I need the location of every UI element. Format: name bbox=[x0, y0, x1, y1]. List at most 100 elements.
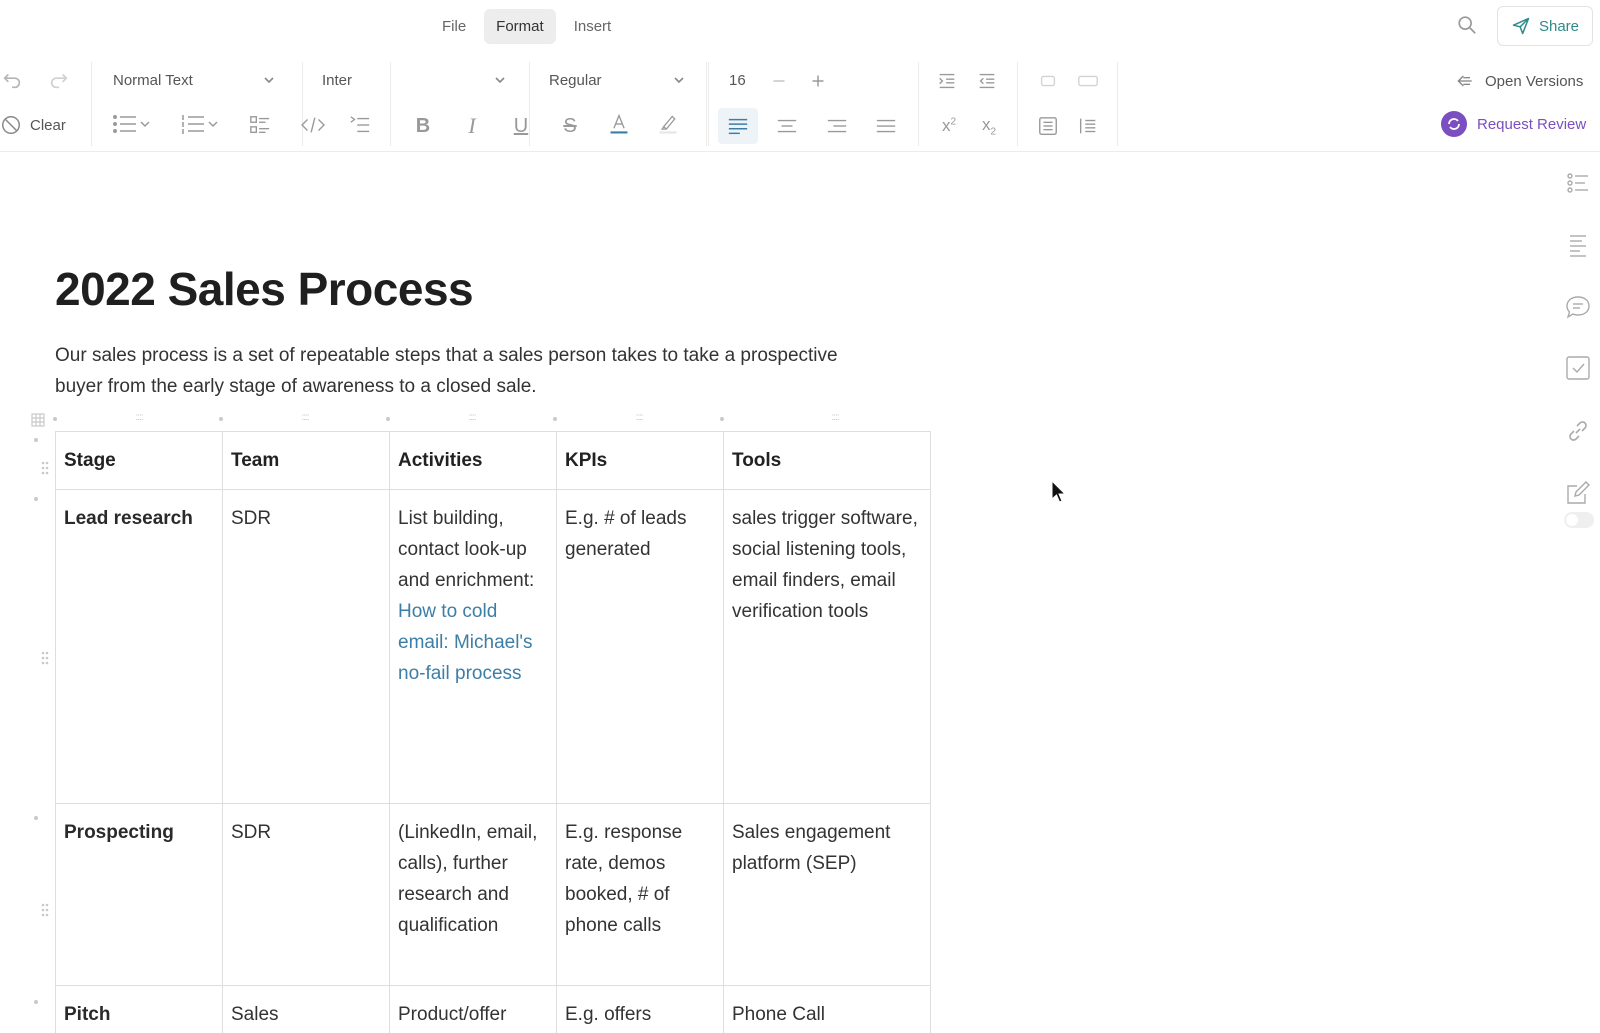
header-kpis[interactable]: KPIs bbox=[556, 431, 724, 490]
justify-icon[interactable] bbox=[874, 114, 898, 138]
cell-kpis[interactable]: E.g. offers bbox=[556, 985, 724, 1033]
clear-label: Clear bbox=[30, 116, 66, 134]
menu-file[interactable]: File bbox=[430, 9, 478, 44]
cell-stage[interactable]: Pitch bbox=[55, 985, 223, 1033]
quote-block-icon[interactable] bbox=[1076, 114, 1100, 138]
sales-process-table: Stage Team Activities KPIs Tools Lead re… bbox=[55, 431, 931, 1033]
numbered-list-icon[interactable] bbox=[178, 112, 222, 136]
font-weight-value: Regular bbox=[549, 71, 602, 89]
cell-tools[interactable]: sales trigger software, social listening… bbox=[723, 489, 931, 804]
checklist-icon[interactable] bbox=[248, 113, 272, 137]
wide-box-icon[interactable] bbox=[1076, 69, 1100, 93]
bold-icon[interactable]: B bbox=[411, 114, 435, 138]
box-icon[interactable] bbox=[1036, 69, 1060, 93]
open-versions-button[interactable]: Open Versions bbox=[1455, 71, 1583, 91]
table-options-icon[interactable] bbox=[31, 413, 45, 427]
align-left-icon[interactable] bbox=[718, 108, 758, 144]
underline-icon[interactable]: U bbox=[509, 114, 533, 138]
table-header-row: Stage Team Activities KPIs Tools bbox=[55, 431, 931, 490]
request-review-button[interactable]: Request Review bbox=[1441, 111, 1586, 137]
menu-insert[interactable]: Insert bbox=[562, 9, 624, 44]
undo-icon[interactable] bbox=[0, 68, 24, 92]
table-row: Lead research SDR List building, contact… bbox=[55, 489, 931, 804]
cell-kpis[interactable]: E.g. response rate, demos booked, # of p… bbox=[556, 803, 724, 986]
cell-team[interactable]: Sales bbox=[222, 985, 390, 1033]
document-intro[interactable]: Our sales process is a set of repeatable… bbox=[55, 340, 885, 402]
search-icon[interactable] bbox=[1456, 14, 1478, 36]
column-handle[interactable]: :::: bbox=[129, 412, 149, 424]
link-icon[interactable] bbox=[1565, 418, 1591, 444]
task-icon[interactable] bbox=[1565, 355, 1591, 381]
cell-activities[interactable]: Product/offer bbox=[389, 985, 557, 1033]
column-handle[interactable]: :::: bbox=[462, 412, 482, 424]
cell-activities[interactable]: List building, contact look-up and enric… bbox=[389, 489, 557, 804]
text-style-value: Normal Text bbox=[113, 71, 193, 89]
cell-tools[interactable]: Phone Call bbox=[723, 985, 931, 1033]
column-handle[interactable]: :::: bbox=[629, 412, 649, 424]
italic-icon[interactable]: I bbox=[460, 113, 484, 138]
clear-icon bbox=[2, 116, 20, 134]
cell-stage[interactable]: Lead research bbox=[55, 489, 223, 804]
align-center-icon[interactable] bbox=[775, 114, 799, 138]
share-label: Share bbox=[1538, 17, 1580, 35]
font-family-value: Inter bbox=[322, 71, 353, 89]
outline-icon[interactable] bbox=[348, 113, 372, 137]
superscript-icon[interactable]: x2 bbox=[937, 114, 961, 138]
row-handle[interactable] bbox=[40, 902, 50, 918]
cell-team[interactable]: SDR bbox=[222, 803, 390, 986]
review-icon bbox=[1441, 111, 1467, 137]
format-toolbar: Normal Text Inter Regular 16 Open Versio… bbox=[0, 52, 1600, 152]
redo-icon[interactable] bbox=[47, 68, 71, 92]
cell-kpis[interactable]: E.g. # of leads generated bbox=[556, 489, 724, 804]
align-icon[interactable] bbox=[1565, 232, 1591, 258]
open-versions-label: Open Versions bbox=[1485, 72, 1584, 90]
clear-format-button[interactable]: Clear bbox=[0, 114, 66, 136]
menu-bar: File Format Insert Share bbox=[0, 0, 1600, 52]
cold-email-link[interactable]: How to cold email: Michael's no-fail pro… bbox=[398, 601, 533, 684]
bullet-list-icon[interactable] bbox=[110, 112, 154, 136]
font-family-dropdown[interactable]: Inter bbox=[322, 65, 507, 95]
align-right-icon[interactable] bbox=[825, 114, 849, 138]
table-row: Prospecting SDR (LinkedIn, email, calls)… bbox=[55, 803, 931, 986]
highlight-icon[interactable] bbox=[656, 112, 680, 136]
activities-text: List building, contact look-up and enric… bbox=[398, 508, 535, 591]
document-title[interactable]: 2022 Sales Process bbox=[55, 262, 474, 316]
text-color-icon[interactable] bbox=[607, 112, 631, 136]
cell-activities[interactable]: (LinkedIn, email, calls), further resear… bbox=[389, 803, 557, 986]
column-handle[interactable]: :::: bbox=[825, 412, 845, 424]
table-row: Pitch Sales Product/offer E.g. offers Ph… bbox=[55, 985, 931, 1033]
share-button[interactable]: Share bbox=[1497, 6, 1593, 46]
versions-icon bbox=[1457, 75, 1472, 87]
code-icon[interactable] bbox=[298, 113, 328, 137]
comment-icon[interactable] bbox=[1565, 294, 1591, 320]
font-size-value[interactable]: 16 bbox=[729, 72, 746, 89]
row-handle[interactable] bbox=[40, 460, 50, 476]
outdent-icon[interactable] bbox=[975, 69, 999, 93]
text-style-dropdown[interactable]: Normal Text bbox=[113, 65, 276, 95]
chevron-down-icon bbox=[495, 77, 505, 84]
cell-tools[interactable]: Sales engagement platform (SEP) bbox=[723, 803, 931, 986]
request-review-label: Request Review bbox=[1477, 115, 1587, 133]
send-icon bbox=[1512, 17, 1530, 35]
strikethrough-icon[interactable]: S bbox=[558, 114, 582, 138]
header-team[interactable]: Team bbox=[222, 431, 390, 490]
column-handle[interactable]: :::: bbox=[295, 412, 315, 424]
indent-icon[interactable] bbox=[935, 69, 959, 93]
menu-format[interactable]: Format bbox=[484, 9, 556, 44]
menu-tabs: File Format Insert bbox=[430, 9, 623, 44]
chevron-down-icon bbox=[674, 77, 684, 84]
increase-size-icon[interactable] bbox=[806, 69, 830, 93]
edit-icon[interactable] bbox=[1565, 480, 1591, 506]
subscript-icon[interactable]: x2 bbox=[977, 114, 1001, 138]
row-handle[interactable] bbox=[40, 650, 50, 666]
rail-toggle[interactable] bbox=[1564, 512, 1594, 528]
cell-stage[interactable]: Prospecting bbox=[55, 803, 223, 986]
decrease-size-icon[interactable] bbox=[767, 69, 791, 93]
cell-team[interactable]: SDR bbox=[222, 489, 390, 804]
header-activities[interactable]: Activities bbox=[389, 431, 557, 490]
header-tools[interactable]: Tools bbox=[723, 431, 931, 490]
header-stage[interactable]: Stage bbox=[55, 431, 223, 490]
text-block-icon[interactable] bbox=[1036, 114, 1060, 138]
toc-icon[interactable] bbox=[1565, 170, 1591, 196]
font-weight-dropdown[interactable]: Regular bbox=[549, 65, 686, 95]
